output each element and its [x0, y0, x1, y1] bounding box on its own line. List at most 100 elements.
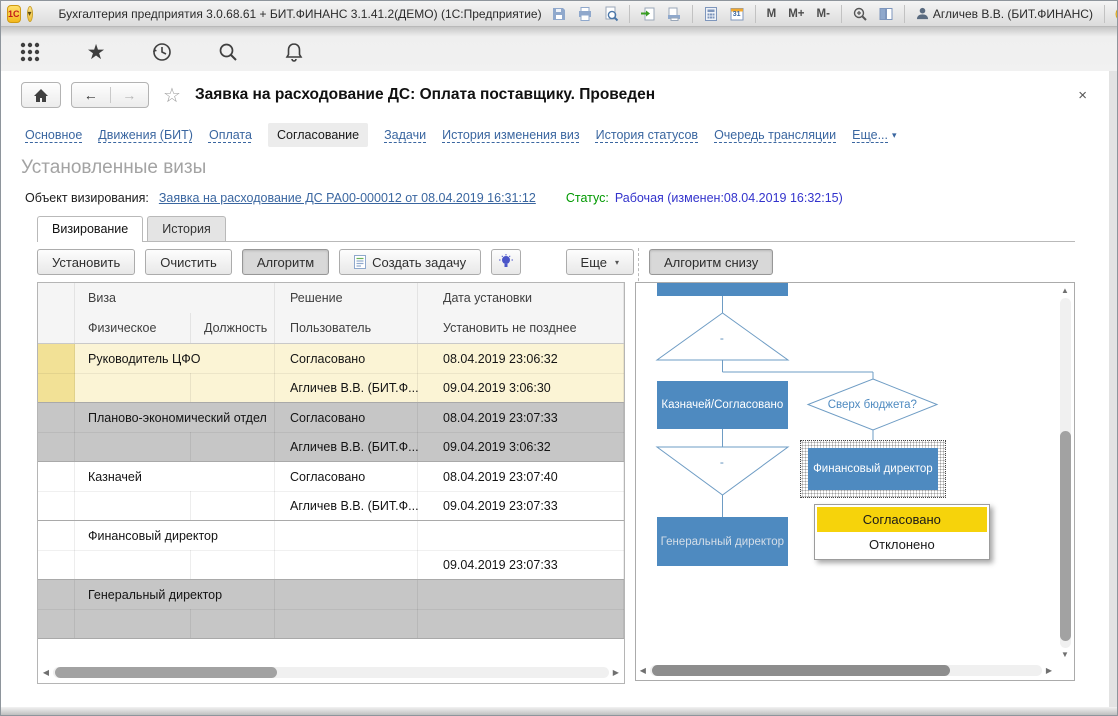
- date-set-cell: 08.04.2019 23:06:32: [418, 344, 624, 373]
- visa-toolbar: Установить Очистить Алгоритм Создать зад…: [37, 248, 1075, 276]
- scrollbar-track[interactable]: [1060, 298, 1071, 648]
- algorithm-button[interactable]: Алгоритм: [242, 249, 329, 275]
- favorites-button[interactable]: ★: [83, 39, 109, 65]
- forward-button[interactable]: →: [111, 87, 149, 103]
- flow-diamond-over-budget[interactable]: Сверх бюджета?: [808, 379, 937, 430]
- flowchart-horizontal-scrollbar[interactable]: ◀ ▶: [638, 663, 1054, 678]
- split-view-button[interactable]: [875, 4, 897, 24]
- chevron-down-icon: ▾: [615, 258, 619, 267]
- zoom-button[interactable]: [849, 4, 871, 24]
- flow-box-treasurer[interactable]: Казначей/Согласовано: [657, 381, 788, 429]
- favorite-star-icon[interactable]: ☆: [163, 83, 181, 108]
- position-cell: [191, 373, 275, 402]
- col-header-deadline[interactable]: Установить не позднее: [418, 313, 624, 343]
- table-row[interactable]: Финансовый директор 09.04.2019 23:07:33: [38, 521, 624, 580]
- row-marker: [38, 580, 75, 609]
- tab-visa[interactable]: Визирование: [37, 216, 143, 242]
- flow-box-gen-director[interactable]: Генеральный директор: [657, 517, 788, 566]
- more-button[interactable]: Еще ▾: [566, 249, 634, 275]
- nav-link-status-history[interactable]: История статусов: [596, 128, 698, 142]
- memory-m-button[interactable]: M: [763, 8, 781, 20]
- back-button[interactable]: ←: [72, 87, 111, 103]
- algorithm-flowchart: - Казначей/Согласовано Сверх бюджета? - …: [635, 282, 1075, 681]
- create-task-button[interactable]: Создать задачу: [339, 249, 481, 275]
- scroll-right-icon[interactable]: ▶: [611, 668, 621, 677]
- table-horizontal-scrollbar[interactable]: ◀ ▶: [41, 665, 621, 680]
- calendar-button[interactable]: 31: [726, 4, 748, 24]
- menu-item-approve[interactable]: Согласовано: [817, 507, 987, 532]
- file-print-settings-button[interactable]: [663, 4, 685, 24]
- scrollbar-track[interactable]: [53, 667, 609, 678]
- scroll-right-icon[interactable]: ▶: [1044, 666, 1054, 675]
- hint-button[interactable]: [491, 249, 521, 275]
- col-header-person[interactable]: Физическое: [75, 313, 191, 343]
- system-menu-button[interactable]: ▾: [27, 6, 33, 22]
- nav-link-approval[interactable]: Согласование: [268, 123, 368, 147]
- scrollbar-track[interactable]: [650, 665, 1042, 676]
- nav-link-visa-history[interactable]: История изменения виз: [442, 128, 580, 142]
- scroll-left-icon[interactable]: ◀: [41, 668, 51, 677]
- history-button[interactable]: [149, 39, 175, 65]
- col-header-position[interactable]: Должность: [191, 313, 275, 343]
- home-button[interactable]: [21, 82, 61, 108]
- clear-visa-button[interactable]: Очистить: [145, 249, 232, 275]
- import-file-button[interactable]: [637, 4, 659, 24]
- window-bottom-edge: [1, 707, 1117, 715]
- col-header-user[interactable]: Пользователь: [275, 313, 418, 343]
- calculator-button[interactable]: [700, 4, 722, 24]
- scrollbar-thumb[interactable]: [55, 667, 277, 678]
- table-row[interactable]: Планово-экономический отдел Согласовано …: [38, 403, 624, 462]
- save-button[interactable]: [548, 4, 570, 24]
- divider: [904, 5, 905, 23]
- more-label: Еще: [581, 255, 607, 270]
- scroll-left-icon[interactable]: ◀: [638, 666, 648, 675]
- table-row[interactable]: Казначей Согласовано 08.04.2019 23:07:40…: [38, 462, 624, 521]
- nav-more-button[interactable]: Еще... ▾: [852, 128, 896, 142]
- flow-box-fin-director[interactable]: Финансовый директор: [808, 448, 938, 490]
- flowchart-vertical-scrollbar[interactable]: ▲ ▼: [1058, 286, 1072, 660]
- nav-link-movements[interactable]: Движения (БИТ): [98, 128, 193, 142]
- form-close-button[interactable]: ×: [1078, 87, 1095, 104]
- nav-link-tasks[interactable]: Задачи: [384, 128, 426, 142]
- print-button[interactable]: [574, 4, 596, 24]
- notifications-button[interactable]: [281, 39, 307, 65]
- info-button[interactable]: [1112, 4, 1118, 24]
- print-preview-button[interactable]: [600, 4, 622, 24]
- set-visa-button[interactable]: Установить: [37, 249, 135, 275]
- tab-history[interactable]: История: [147, 216, 225, 241]
- col-header-decision[interactable]: Решение: [275, 283, 418, 313]
- divider: [1104, 5, 1105, 23]
- inner-tabs: Визирование История: [37, 215, 1075, 242]
- scroll-down-icon[interactable]: ▼: [1061, 650, 1069, 660]
- user-menu[interactable]: Агличев В.В. (БИТ.ФИНАНС): [912, 7, 1097, 21]
- nav-link-main[interactable]: Основное: [25, 128, 82, 142]
- memory-m-minus-button[interactable]: M-: [812, 8, 833, 20]
- scrollbar-thumb[interactable]: [1060, 431, 1071, 641]
- scrollbar-thumb[interactable]: [652, 665, 950, 676]
- window-title: Бухгалтерия предприятия 3.0.68.61 + БИТ.…: [59, 7, 542, 21]
- algorithm-bottom-button[interactable]: Алгоритм снизу: [649, 249, 773, 275]
- person-cell: [75, 550, 191, 579]
- user-cell: [275, 609, 418, 638]
- scroll-up-icon[interactable]: ▲: [1061, 286, 1069, 296]
- preview-icon: [603, 6, 619, 22]
- col-header-date-set[interactable]: Дата установки: [418, 283, 624, 313]
- apps-menu-button[interactable]: [17, 39, 43, 65]
- memory-m-plus-button[interactable]: M+: [784, 8, 808, 20]
- visa-table: Виза Решение Дата установки Физическое Д…: [37, 282, 625, 684]
- search-button[interactable]: [215, 39, 241, 65]
- nav-link-payment[interactable]: Оплата: [209, 128, 252, 142]
- nav-link-broadcast-queue[interactable]: Очередь трансляции: [714, 128, 836, 142]
- menu-item-decline[interactable]: Отклонено: [817, 532, 987, 557]
- visa-cell: Казначей: [75, 462, 275, 491]
- object-link[interactable]: Заявка на расходование ДС РА00-000012 от…: [159, 191, 536, 205]
- divider: [841, 5, 842, 23]
- col-header-visa[interactable]: Виза: [75, 283, 275, 313]
- user-cell: Агличев В.В. (БИТ.Ф...: [275, 432, 418, 461]
- split-columns-icon: [878, 6, 894, 22]
- flow-box-top-clipped[interactable]: [657, 283, 788, 296]
- divider: [692, 5, 693, 23]
- table-row[interactable]: Руководитель ЦФО Согласовано 08.04.2019 …: [38, 344, 624, 403]
- calendar-day-label: 31: [726, 11, 748, 18]
- table-row[interactable]: Генеральный директор: [38, 580, 624, 639]
